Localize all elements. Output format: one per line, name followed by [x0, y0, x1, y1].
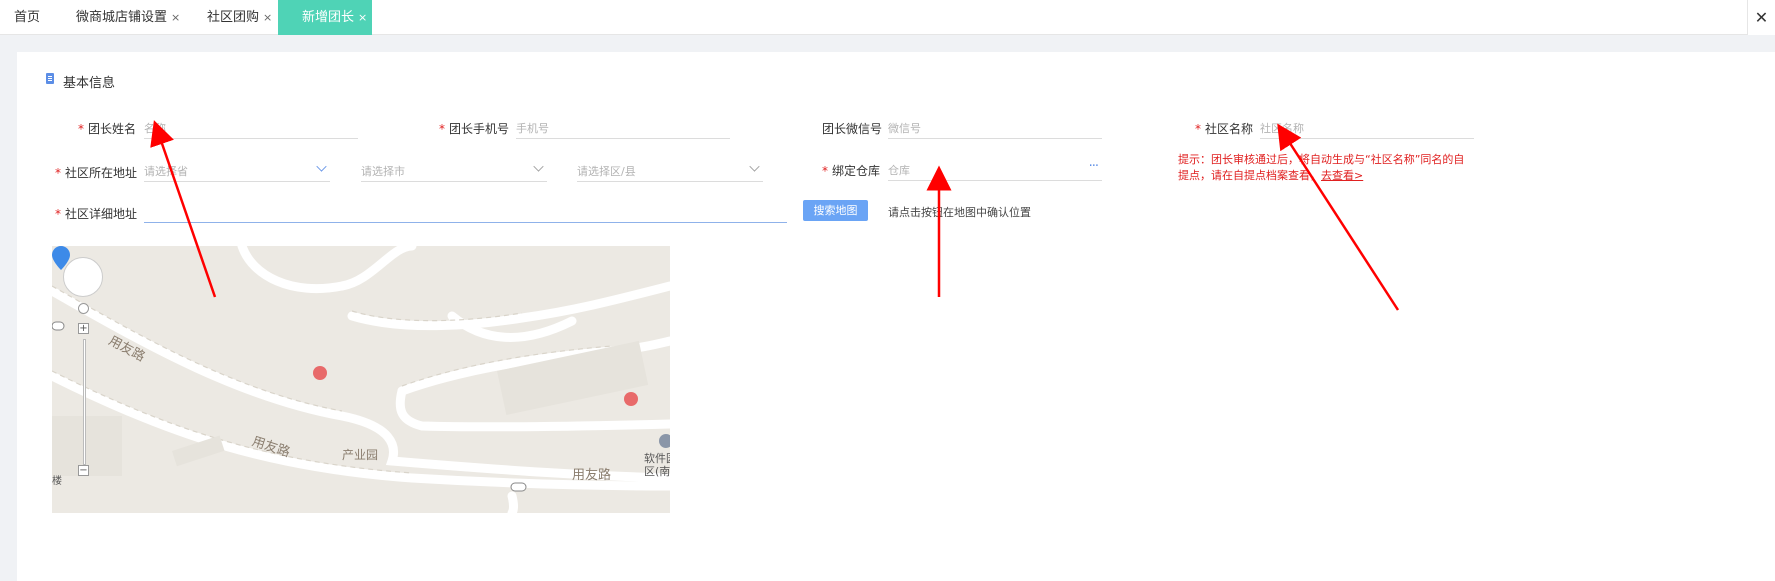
leader-phone-label: * 团长手机号: [439, 120, 509, 137]
placeholder: 请选择省: [144, 165, 188, 178]
community-name-label: * 社区名称: [1195, 120, 1253, 137]
community-name-input[interactable]: 社区名称: [1260, 117, 1474, 139]
tab-add-leader[interactable]: 新增团长 ×: [278, 0, 372, 35]
leader-phone-input[interactable]: 手机号: [516, 117, 730, 139]
leader-wechat-input[interactable]: 微信号: [888, 117, 1102, 139]
label-text: 绑定仓库: [832, 164, 881, 178]
search-map-button[interactable]: 搜索地图: [803, 200, 868, 221]
document-icon: [46, 73, 54, 84]
district-select[interactable]: 请选择区/县: [577, 160, 763, 182]
city-select[interactable]: 请选择市: [361, 160, 547, 182]
required-mark: *: [55, 207, 61, 221]
required-mark: *: [55, 166, 61, 180]
tab-close-icon[interactable]: ×: [171, 11, 180, 24]
placeholder: 仓库: [888, 164, 910, 177]
required-mark: *: [1195, 122, 1201, 136]
map-reset-icon[interactable]: [78, 303, 89, 314]
poi-label: 产业园: [342, 448, 379, 462]
tab-label: 微商城店铺设置: [76, 10, 168, 25]
leader-name-input[interactable]: 名称: [144, 117, 358, 139]
tab-close-icon[interactable]: ×: [263, 11, 272, 24]
tab-bar: 首页 微商城店铺设置 × 社区团购 × 新增团长 × ✕: [0, 0, 1775, 35]
tab-community-group-buy[interactable]: 社区团购 ×: [207, 0, 272, 35]
leader-wechat-label: 团长微信号: [822, 120, 882, 137]
map-hint: 请点击按钮在地图中确认位置: [888, 206, 1031, 219]
warehouse-label: * 绑定仓库: [822, 162, 880, 179]
label-text: 团长微信号: [822, 122, 883, 136]
label-text: 团长手机号: [449, 122, 510, 136]
tab-shop-settings[interactable]: 微商城店铺设置 ×: [76, 0, 180, 35]
placeholder: 请选择市: [361, 165, 405, 178]
poi-label: 区(南: [644, 465, 670, 478]
chevron-down-icon: [533, 161, 544, 172]
map-view[interactable]: + − 用友路 用友路 用友路 产业园 软件园 区(南 楼: [52, 246, 670, 513]
section-title: 基本信息: [63, 76, 116, 91]
tab-home[interactable]: 首页: [14, 0, 40, 35]
zoom-slider[interactable]: [83, 339, 86, 465]
label-text: 团长姓名: [88, 122, 137, 136]
more-icon[interactable]: ···: [1089, 159, 1099, 174]
placeholder: 名称: [144, 122, 166, 135]
window-close-icon[interactable]: ✕: [1747, 0, 1775, 35]
label-text: 社区所在地址: [65, 166, 138, 180]
community-name-tip: 提示：团长审核通过后，将自动生成与“社区名称”同名的自提点，请在自提点档案查看，…: [1178, 152, 1473, 184]
view-link[interactable]: 去查看>: [1321, 169, 1363, 182]
placeholder: 社区名称: [1260, 122, 1304, 135]
label-text: 社区详细地址: [65, 207, 138, 221]
tab-label: 新增团长: [302, 10, 355, 25]
tab-close-icon[interactable]: ×: [358, 11, 367, 24]
road-label: 用友路: [572, 468, 612, 483]
chevron-down-icon: [316, 161, 327, 172]
zoom-out-button[interactable]: −: [78, 465, 89, 476]
province-select[interactable]: 请选择省: [144, 160, 330, 182]
map-pin-icon[interactable]: [52, 246, 70, 270]
required-mark: *: [439, 122, 445, 136]
detail-address-input[interactable]: [144, 201, 787, 223]
community-address-label: * 社区所在地址: [55, 164, 137, 181]
chevron-down-icon: [749, 161, 760, 172]
required-mark: *: [822, 164, 828, 178]
detail-address-label: * 社区详细地址: [55, 205, 137, 222]
tab-label: 社区团购: [207, 10, 260, 25]
required-mark: *: [78, 122, 84, 136]
label-text: 社区名称: [1205, 122, 1254, 136]
tab-label: 首页: [14, 10, 41, 25]
leader-name-label: * 团长姓名: [78, 120, 136, 137]
placeholder: 手机号: [516, 122, 549, 135]
placeholder: 请选择区/县: [577, 165, 636, 178]
placeholder: 微信号: [888, 122, 921, 135]
poi-label: 楼: [52, 476, 62, 487]
warehouse-input[interactable]: 仓库 ···: [888, 159, 1102, 181]
zoom-in-button[interactable]: +: [78, 323, 89, 334]
